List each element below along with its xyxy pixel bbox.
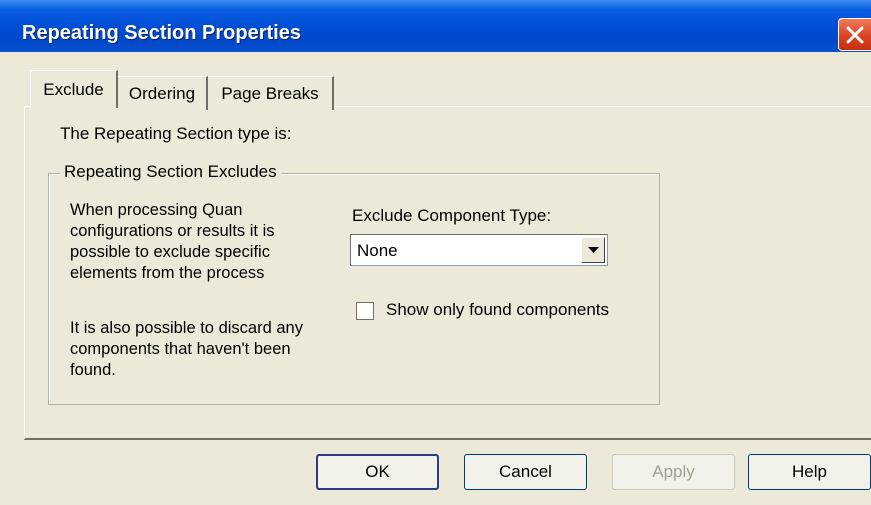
cancel-button[interactable]: Cancel: [464, 454, 587, 490]
chevron-down-icon: [588, 247, 599, 253]
ok-button[interactable]: OK: [316, 454, 439, 490]
dropdown-button[interactable]: [581, 237, 605, 263]
show-found-label[interactable]: Show only found components: [386, 300, 609, 320]
help-button[interactable]: Help: [748, 454, 871, 490]
close-icon: [846, 26, 864, 44]
window-title: Repeating Section Properties: [22, 22, 301, 44]
excludes-group-label: Repeating Section Excludes: [60, 162, 281, 182]
apply-button[interactable]: Apply: [612, 454, 735, 490]
title-bar[interactable]: Repeating Section Properties: [0, 0, 871, 52]
component-type-value: None: [357, 241, 398, 260]
tab-page-breaks[interactable]: Page Breaks: [208, 76, 334, 110]
component-type-select[interactable]: None: [350, 234, 608, 266]
tab-exclude[interactable]: Exclude: [30, 70, 118, 108]
discard-description: It is also possible to discard any compo…: [70, 319, 303, 379]
exclude-description: When processing Quan configurations or r…: [70, 201, 275, 282]
show-found-checkbox[interactable]: [356, 302, 374, 320]
close-button[interactable]: [838, 18, 871, 51]
section-type-label: The Repeating Section type is:: [60, 124, 292, 143]
dialog-window: Repeating Section Properties Exclude Ord…: [0, 0, 871, 505]
component-type-label: Exclude Component Type:: [352, 206, 552, 225]
tab-ordering[interactable]: Ordering: [118, 76, 208, 110]
